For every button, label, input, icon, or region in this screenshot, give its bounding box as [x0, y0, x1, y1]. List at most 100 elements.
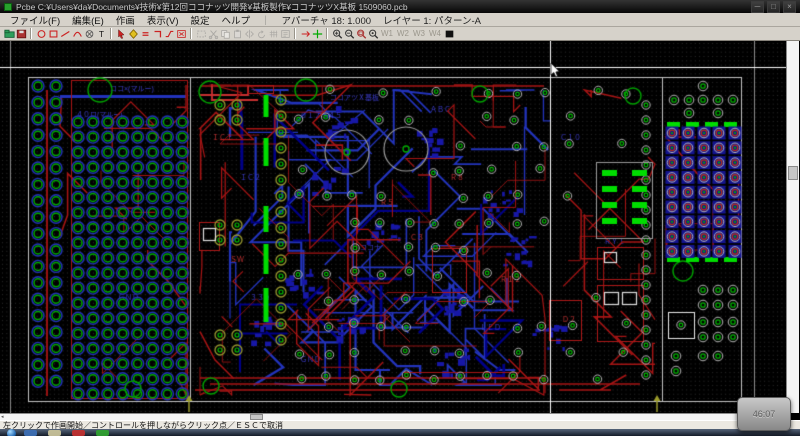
app-icon — [4, 3, 12, 11]
menu-item-help[interactable]: ヘルプ — [216, 16, 257, 27]
toolbar: T W1 W2 W3 W4 — [0, 27, 800, 41]
zoom-fit-button[interactable] — [367, 27, 379, 40]
draw-line-button[interactable] — [59, 27, 71, 40]
pattern-icon — [164, 28, 175, 40]
app-explorer-taskbar-icon[interactable] — [48, 430, 61, 436]
save-button[interactable] — [15, 27, 27, 40]
zoom-out-button[interactable] — [343, 27, 355, 40]
align-icon — [140, 28, 151, 40]
zoom-out-icon — [344, 28, 355, 40]
origin-icon — [312, 28, 323, 40]
zoom-in-button[interactable] — [331, 27, 343, 40]
maximize-button[interactable]: □ — [767, 1, 780, 13]
pcbe-window: Pcbe C:¥Users¥da¥Documents¥技術¥第12回ココナッツ開… — [0, 0, 800, 436]
width-label-3[interactable]: W3 — [413, 29, 425, 38]
land-icon — [128, 28, 139, 40]
rotate-icon — [256, 28, 267, 40]
menu-item-edit[interactable]: 編集(E) — [66, 16, 110, 27]
title-bar[interactable]: Pcbe C:¥Users¥da¥Documents¥技術¥第12回ココナッツ開… — [0, 0, 800, 13]
connect-icon — [300, 28, 311, 40]
toolbar-separator — [294, 28, 296, 39]
paste-icon — [232, 28, 243, 40]
toolbar-separator — [110, 28, 112, 39]
menu-divider: ｜ — [256, 13, 276, 27]
layer-status: レイヤー 1: パターン-A — [377, 13, 487, 27]
mirror-icon — [244, 28, 255, 40]
width-label-2[interactable]: W2 — [397, 29, 409, 38]
toolbar-separator — [326, 28, 328, 39]
delete-icon — [176, 28, 187, 40]
overlay-label: 46:07 — [753, 409, 776, 419]
draw-text-button[interactable]: T — [95, 27, 107, 40]
open-button[interactable] — [3, 27, 15, 40]
toolbar-separator — [30, 28, 32, 39]
zoom-in-icon — [332, 28, 343, 40]
menu-item-draw[interactable]: 作画 — [110, 16, 141, 27]
properties-icon — [280, 28, 291, 40]
draw-text-icon: T — [96, 28, 107, 40]
array-button[interactable] — [267, 27, 279, 40]
draw-rect-button[interactable] — [47, 27, 59, 40]
pattern-button[interactable] — [163, 27, 175, 40]
copy-icon — [220, 28, 231, 40]
mirror-button[interactable] — [243, 27, 255, 40]
pointer-button[interactable] — [115, 27, 127, 40]
close-button[interactable]: × — [783, 1, 796, 13]
status-bar: 左クリックで作画開始／コントロールを押しながらクリック点／ＥＳＣで取消 — [0, 420, 800, 429]
vertical-scroll-thumb[interactable] — [788, 166, 798, 180]
array-icon — [268, 28, 279, 40]
connect-button[interactable] — [299, 27, 311, 40]
aperture-status: アパーチャ 18: 1.000 — [276, 13, 377, 27]
width-label-1[interactable]: W1 — [381, 29, 393, 38]
start-button[interactable] — [7, 429, 16, 436]
window-title: Pcbe C:¥Users¥da¥Documents¥技術¥第12回ココナッツ開… — [16, 1, 751, 13]
menu-item-view[interactable]: 表示(V) — [141, 16, 185, 27]
layer-black-button[interactable] — [443, 27, 455, 40]
window-controls: ─ □ × — [751, 1, 796, 13]
draw-circle-icon — [36, 28, 47, 40]
corner-icon — [152, 28, 163, 40]
cut-button[interactable] — [207, 27, 219, 40]
select-icon — [196, 28, 207, 40]
zoom-select-icon — [356, 28, 367, 40]
vertical-scrollbar[interactable] — [786, 41, 799, 413]
taskbar[interactable] — [0, 429, 800, 436]
svg-text:T: T — [98, 28, 103, 38]
horizontal-scrollbar[interactable]: ◂ — [0, 413, 786, 420]
origin-button[interactable] — [311, 27, 323, 40]
menu-bar: ファイル(F)編集(E)作画表示(V)設定ヘルプ ｜ アパーチャ 18: 1.0… — [0, 13, 800, 27]
properties-button[interactable] — [279, 27, 291, 40]
zoom-fit-icon — [368, 28, 379, 40]
save-icon — [16, 28, 27, 40]
menu-item-file[interactable]: ファイル(F) — [4, 16, 66, 27]
overlay-badge[interactable]: 46:07 — [737, 397, 791, 431]
land-button[interactable] — [127, 27, 139, 40]
draw-arc-icon — [72, 28, 83, 40]
layer-black-icon — [444, 28, 455, 40]
delete-button[interactable] — [175, 27, 187, 40]
pointer-icon — [116, 28, 127, 40]
minimize-button[interactable]: ─ — [751, 1, 764, 13]
toolbar-separator — [190, 28, 192, 39]
draw-pad-button[interactable] — [83, 27, 95, 40]
draw-rect-icon — [48, 28, 59, 40]
corner-button[interactable] — [151, 27, 163, 40]
select-button[interactable] — [195, 27, 207, 40]
draw-line-icon — [60, 28, 71, 40]
draw-circle-button[interactable] — [35, 27, 47, 40]
paste-button[interactable] — [231, 27, 243, 40]
menu-item-config[interactable]: 設定 — [185, 16, 216, 27]
cut-icon — [208, 28, 219, 40]
copy-button[interactable] — [219, 27, 231, 40]
rotate-button[interactable] — [255, 27, 267, 40]
draw-arc-button[interactable] — [71, 27, 83, 40]
pcb-canvas[interactable] — [0, 41, 786, 413]
app-recorder-taskbar-icon[interactable] — [72, 430, 85, 436]
app-ie-taskbar-icon[interactable] — [24, 430, 37, 436]
zoom-select-button[interactable] — [355, 27, 367, 40]
open-icon — [4, 28, 15, 40]
width-label-4[interactable]: W4 — [429, 29, 441, 38]
draw-pad-icon — [84, 28, 95, 40]
app-pcbe-taskbar-icon[interactable] — [96, 430, 109, 436]
align-button[interactable] — [139, 27, 151, 40]
